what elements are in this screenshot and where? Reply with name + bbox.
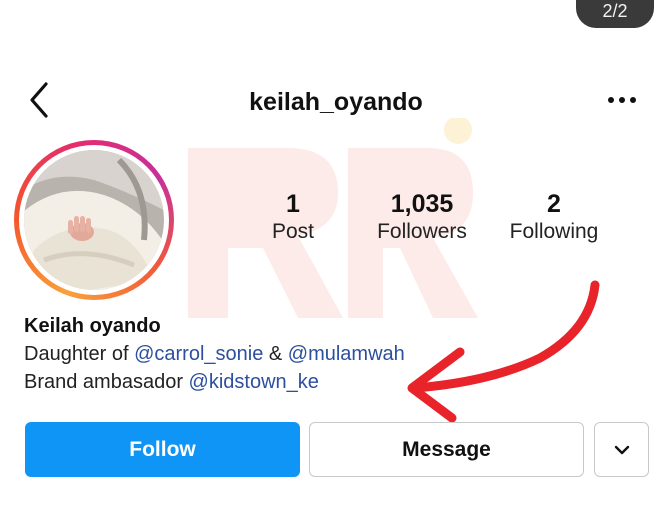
posts-label: Post (271, 220, 315, 243)
chevron-down-icon (614, 445, 629, 454)
profile-bio: Keilah oyando Daughter of @carrol_sonie … (24, 312, 405, 396)
stat-following[interactable]: 2 Following (498, 190, 610, 246)
following-count: 2 (547, 190, 561, 218)
stat-followers[interactable]: 1,035 Followers (366, 190, 478, 246)
suggested-accounts-button[interactable] (594, 422, 649, 477)
profile-avatar[interactable] (14, 140, 174, 300)
more-options-icon (608, 97, 636, 103)
more-options-button[interactable] (600, 82, 644, 118)
bio-line-1-joiner: & (263, 343, 288, 365)
bio-line-2: Brand ambasador @kidstown_ke (24, 368, 405, 396)
annotation-arrow (407, 280, 600, 423)
page-indicator: 2/2 (576, 0, 654, 28)
posts-count: 1 (286, 190, 300, 218)
bio-line-1-text: Daughter of (24, 343, 135, 365)
follow-button[interactable]: Follow (25, 422, 300, 477)
followers-count: 1,035 (390, 190, 454, 218)
mention-link-kidstown-ke[interactable]: @kidstown_ke (189, 371, 319, 393)
profile-display-name: Keilah oyando (24, 315, 161, 337)
bio-line-2-text: Brand ambasador (24, 371, 189, 393)
following-label: Following (509, 220, 599, 243)
bio-line-1: Daughter of @carrol_sonie & @mulamwah (24, 340, 405, 368)
profile-username: keilah_oyando (249, 88, 423, 116)
message-button[interactable]: Message (309, 422, 584, 477)
stat-posts[interactable]: 1 Post (262, 190, 324, 246)
avatar-photo (24, 150, 164, 290)
followers-label: Followers (377, 220, 467, 243)
mention-link-carrol-sonie[interactable]: @carrol_sonie (134, 343, 263, 365)
mention-link-mulamwah[interactable]: @mulamwah (288, 343, 405, 365)
